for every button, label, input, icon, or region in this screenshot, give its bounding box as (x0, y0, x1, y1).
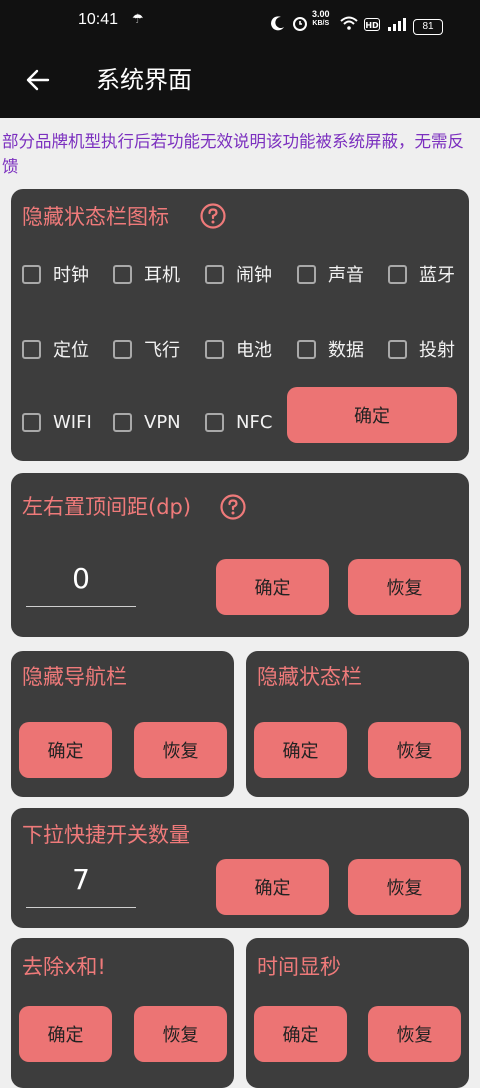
status-bar: 10:41 ☂ 3.00 KB/S HD 81 (0, 0, 480, 42)
restore-button[interactable]: 恢复 (348, 859, 461, 915)
padding-value[interactable]: 0 (26, 556, 136, 602)
checkbox-box[interactable] (205, 339, 224, 359)
restore-button[interactable]: 恢复 (134, 722, 227, 778)
quick-settings-value[interactable]: 7 (26, 857, 136, 903)
card-title: 时间显秒 (257, 955, 341, 979)
checkbox-label: 数据 (328, 340, 364, 361)
checkbox-label: VPN (144, 411, 181, 433)
confirm-button[interactable]: 确定 (216, 859, 329, 915)
checkbox-box[interactable] (297, 264, 316, 284)
checkbox-label: 飞行 (144, 340, 180, 361)
checkbox-label: 蓝牙 (419, 265, 455, 286)
restore-button[interactable]: 恢复 (368, 1006, 461, 1062)
hide-statusbar-card: 隐藏状态栏 确定 恢复 (246, 651, 469, 797)
checkbox-box[interactable] (22, 264, 41, 284)
network-speed: 3.00 KB/S (312, 9, 330, 29)
restore-button[interactable]: 恢复 (134, 1006, 227, 1062)
restore-button[interactable]: 恢复 (348, 559, 461, 615)
moon-icon (271, 16, 284, 31)
checkbox-box[interactable] (113, 264, 132, 284)
checkbox-box[interactable] (113, 412, 132, 432)
checkbox-label: NFC (236, 411, 273, 433)
checkbox-box[interactable] (205, 264, 224, 284)
confirm-button[interactable]: 确定 (287, 387, 457, 443)
signal-icon (388, 18, 406, 31)
checkbox-box[interactable] (205, 412, 224, 432)
show-seconds-card: 时间显秒 确定 恢复 (246, 938, 469, 1088)
checkbox-box[interactable] (22, 412, 41, 432)
checkbox-label: 定位 (53, 340, 89, 361)
checkbox-bluetooth[interactable]: 蓝牙 (388, 261, 455, 287)
checkbox-nfc[interactable]: NFC (205, 409, 272, 435)
card-title: 下拉快捷开关数量 (22, 823, 190, 847)
speed-unit: KB/S (312, 20, 330, 27)
checkbox-box[interactable] (297, 339, 316, 359)
hd-badge: HD (364, 18, 380, 31)
checkbox-vpn[interactable]: VPN (113, 409, 181, 435)
hide-statusbar-icons-card: 隐藏状态栏图标 时钟 耳机 闹钟 声音 蓝牙 定位 飞行 电池 数据 投射 WI… (11, 189, 469, 461)
remove-x-card: 去除x和! 确定 恢复 (11, 938, 234, 1088)
checkbox-location[interactable]: 定位 (22, 336, 89, 362)
clock-text: 10:41 (78, 11, 119, 28)
card-title: 左右置顶间距(dp) (22, 495, 192, 519)
checkbox-label: 投射 (419, 340, 455, 361)
back-arrow-icon[interactable] (22, 64, 54, 96)
quick-settings-card: 下拉快捷开关数量 7 确定 恢复 (11, 808, 469, 928)
checkbox-battery[interactable]: 电池 (205, 336, 272, 362)
checkbox-label: WIFI (53, 411, 92, 433)
checkbox-data[interactable]: 数据 (297, 336, 364, 362)
checkbox-cast[interactable]: 投射 (388, 336, 455, 362)
confirm-button[interactable]: 确定 (254, 722, 347, 778)
checkbox-label: 声音 (328, 265, 364, 286)
checkbox-label: 电池 (236, 340, 272, 361)
confirm-button[interactable]: 确定 (19, 722, 112, 778)
checkbox-airplane[interactable]: 飞行 (113, 336, 180, 362)
app-bar: 系统界面 (0, 42, 480, 118)
battery-icon: 81 (413, 19, 443, 35)
checkbox-headset[interactable]: 耳机 (113, 261, 180, 287)
speed-value: 3.00 (312, 9, 330, 19)
checkbox-box[interactable] (388, 264, 407, 284)
alarm-icon (293, 17, 307, 31)
card-title: 隐藏导航栏 (22, 665, 127, 689)
checkbox-label: 耳机 (144, 265, 180, 286)
padding-input[interactable]: 0 (26, 556, 136, 607)
hide-navbar-card: 隐藏导航栏 确定 恢复 (11, 651, 234, 797)
page-title: 系统界面 (96, 66, 192, 94)
checkbox-box[interactable] (113, 339, 132, 359)
checkbox-clock[interactable]: 时钟 (22, 261, 89, 287)
restore-button[interactable]: 恢复 (368, 722, 461, 778)
checkbox-label: 时钟 (53, 265, 89, 286)
card-title: 隐藏状态栏图标 (22, 205, 169, 229)
wifi-icon (340, 16, 358, 30)
checkbox-box[interactable] (388, 339, 407, 359)
padding-card: 左右置顶间距(dp) 0 确定 恢复 (11, 473, 469, 637)
card-title: 隐藏状态栏 (257, 665, 362, 689)
checkbox-sound[interactable]: 声音 (297, 261, 364, 287)
notice-text: 部分品牌机型执行后若功能无效说明该功能被系统屏蔽，无需反馈 (2, 132, 464, 176)
confirm-button[interactable]: 确定 (216, 559, 329, 615)
card-title: 去除x和! (22, 955, 106, 979)
confirm-button[interactable]: 确定 (19, 1006, 112, 1062)
checkbox-wifi[interactable]: WIFI (22, 409, 92, 435)
checkbox-box[interactable] (22, 339, 41, 359)
notification-icon: ☂ (132, 12, 144, 27)
checkbox-alarm[interactable]: 闹钟 (205, 261, 272, 287)
quick-settings-input[interactable]: 7 (26, 857, 136, 908)
help-icon[interactable] (220, 494, 246, 520)
confirm-button[interactable]: 确定 (254, 1006, 347, 1062)
checkbox-label: 闹钟 (236, 265, 272, 286)
help-icon[interactable] (200, 203, 226, 229)
